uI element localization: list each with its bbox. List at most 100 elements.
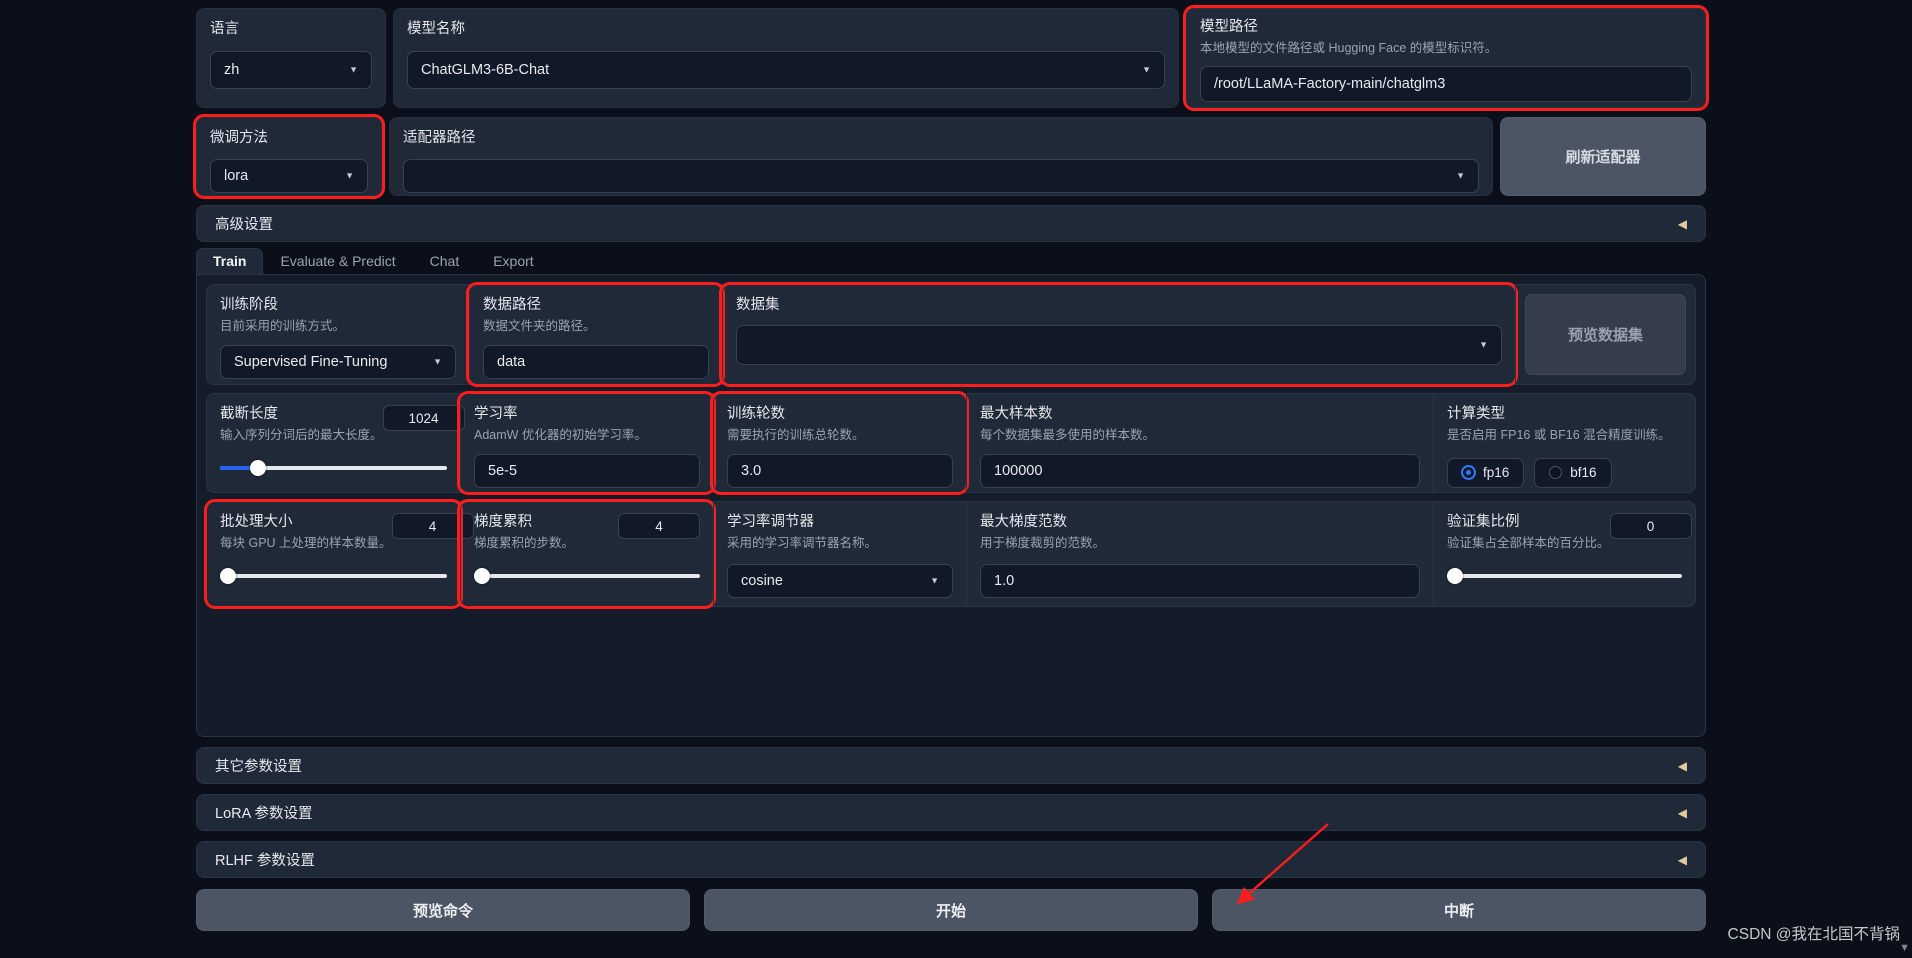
- start-button[interactable]: 开始: [704, 889, 1198, 931]
- chevron-down-icon: ▼: [345, 170, 354, 181]
- other-params-label: 其它参数设置: [215, 759, 302, 775]
- cutoff-length-slider[interactable]: [220, 459, 447, 476]
- rlhf-params-accordion[interactable]: RLHF 参数设置 ◀: [196, 841, 1706, 878]
- compute-type-label: 计算类型: [1447, 406, 1505, 422]
- compute-type-cell: 计算类型 是否启用 FP16 或 BF16 混合精度训练。 fp16 bf16: [1433, 394, 1695, 492]
- grad-accum-info: 梯度累积的步数。: [474, 535, 575, 550]
- training-stage-value: Supervised Fine-Tuning: [234, 353, 388, 370]
- slider-knob[interactable]: [220, 567, 236, 584]
- slider-fill: [220, 465, 255, 470]
- grad-accum-cell: 梯度累积 梯度累积的步数。 4: [457, 499, 716, 609]
- collapse-arrow-icon[interactable]: ◀: [1678, 217, 1687, 231]
- preview-dataset-button[interactable]: 预览数据集: [1525, 294, 1686, 375]
- training-stage-info: 目前采用的训练方式。: [220, 318, 346, 333]
- tab-export[interactable]: Export: [476, 248, 550, 275]
- tab-bar: Train Evaluate & Predict Chat Export: [196, 248, 1706, 275]
- slider-knob[interactable]: [1447, 567, 1463, 584]
- data-path-info: 数据文件夹的路径。: [483, 318, 596, 333]
- data-path-input[interactable]: data: [483, 344, 709, 379]
- chevron-down-icon: ▼: [349, 64, 358, 75]
- radio-selected-icon: [1462, 466, 1475, 480]
- compute-type-option-fp16-label: fp16: [1483, 465, 1510, 481]
- language-select[interactable]: zh ▼: [210, 50, 372, 89]
- model-name-panel: 模型名称 ChatGLM3-6B-Chat ▼: [393, 8, 1179, 108]
- tab-train[interactable]: Train: [196, 248, 264, 275]
- finetune-method-select[interactable]: lora ▼: [210, 158, 368, 193]
- model-name-select[interactable]: ChatGLM3-6B-Chat ▼: [407, 50, 1165, 89]
- dataset-cell: 数据集 ▼: [719, 282, 1518, 387]
- slider-track: [474, 573, 700, 578]
- slider-knob[interactable]: [474, 567, 490, 584]
- collapse-arrow-icon[interactable]: ◀: [1678, 853, 1687, 867]
- slider-track: [1447, 573, 1682, 578]
- learning-rate-value: 5e-5: [488, 462, 518, 479]
- collapse-arrow-icon[interactable]: ◀: [1678, 759, 1687, 773]
- preview-command-button[interactable]: 预览命令: [196, 889, 690, 931]
- chevron-down-icon: ▼: [1479, 339, 1488, 350]
- grad-accum-slider[interactable]: [474, 567, 700, 584]
- refresh-adapter-button[interactable]: 刷新适配器: [1500, 117, 1706, 196]
- chevron-down-icon: ▼: [930, 575, 939, 586]
- epochs-input[interactable]: 3.0: [727, 453, 953, 488]
- chevron-down-icon: ▼: [433, 356, 442, 367]
- slider-track: [220, 573, 447, 578]
- tab-chat[interactable]: Chat: [413, 248, 477, 275]
- radio-unselected-icon: [1549, 466, 1563, 480]
- epochs-label: 训练轮数: [727, 406, 785, 422]
- slider-knob[interactable]: [249, 459, 266, 476]
- grad-accum-value[interactable]: 4: [618, 513, 700, 539]
- finetune-method-value: lora: [224, 167, 249, 184]
- epochs-value: 3.0: [741, 462, 762, 479]
- collapse-arrow-icon[interactable]: ◀: [1678, 806, 1687, 820]
- training-params-row-2: 批处理大小 每块 GPU 上处理的样本数量。 4 梯度累积 梯度累积的步数。 4…: [204, 499, 1696, 609]
- dataset-label: 数据集: [736, 297, 780, 313]
- lr-scheduler-info: 采用的学习率调节器名称。: [727, 535, 878, 550]
- abort-button[interactable]: 中断: [1212, 889, 1706, 931]
- max-grad-norm-cell: 最大梯度范数 用于梯度裁剪的范数。 1.0: [966, 502, 1433, 606]
- advanced-settings-label: 高级设置: [215, 217, 273, 233]
- training-stage-select[interactable]: Supervised Fine-Tuning ▼: [220, 344, 456, 379]
- lr-scheduler-value: cosine: [741, 572, 783, 589]
- dataset-row: 训练阶段 目前采用的训练方式。 Supervised Fine-Tuning ▼…: [206, 282, 1696, 387]
- language-value: zh: [224, 61, 240, 78]
- finetune-row: 微调方法 lora ▼ 适配器路径 ▼ 刷新适配器: [193, 114, 1706, 199]
- adapter-path-panel: 适配器路径 ▼: [389, 117, 1493, 196]
- watermark: CSDN @我在北国不背锅: [1727, 926, 1900, 943]
- batch-size-info: 每块 GPU 上处理的样本数量。: [220, 535, 392, 550]
- lr-scheduler-label: 学习率调节器: [727, 514, 814, 530]
- scrollbar-corner-icon[interactable]: ▼: [1899, 942, 1910, 954]
- model-path-label: 模型路径: [1200, 19, 1258, 35]
- learning-rate-input[interactable]: 5e-5: [474, 453, 700, 488]
- data-path-label: 数据路径: [483, 297, 541, 313]
- val-size-info: 验证集占全部样本的百分比。: [1447, 535, 1610, 550]
- tab-evaluate-predict[interactable]: Evaluate & Predict: [263, 248, 412, 275]
- dataset-select[interactable]: ▼: [736, 324, 1502, 365]
- batch-size-slider[interactable]: [220, 567, 447, 584]
- val-size-slider[interactable]: [1447, 567, 1682, 584]
- val-size-value[interactable]: 0: [1609, 513, 1692, 539]
- model-path-input[interactable]: /root/LLaMA-Factory-main/chatglm3: [1200, 65, 1692, 102]
- model-path-info: 本地模型的文件路径或 Hugging Face 的模型标识符。: [1200, 40, 1498, 55]
- learning-rate-info: AdamW 优化器的初始学习率。: [474, 427, 647, 442]
- batch-size-label: 批处理大小: [220, 514, 293, 530]
- training-stage-label: 训练阶段: [220, 297, 278, 313]
- max-samples-input[interactable]: 100000: [980, 453, 1420, 488]
- lora-params-accordion[interactable]: LoRA 参数设置 ◀: [196, 794, 1706, 831]
- training-stage-cell: 训练阶段 目前采用的训练方式。 Supervised Fine-Tuning ▼: [207, 285, 469, 384]
- top-config-row: 语言 zh ▼ 模型名称 ChatGLM3-6B-Chat ▼ 模型路径 本地模…: [196, 5, 1709, 111]
- train-tab-pane: 训练阶段 目前采用的训练方式。 Supervised Fine-Tuning ▼…: [196, 274, 1706, 737]
- language-panel: 语言 zh ▼: [196, 8, 386, 108]
- compute-type-option-bf16[interactable]: bf16: [1534, 457, 1612, 488]
- adapter-path-select[interactable]: ▼: [403, 158, 1479, 193]
- app-root: 语言 zh ▼ 模型名称 ChatGLM3-6B-Chat ▼ 模型路径 本地模…: [193, 0, 1709, 958]
- max-grad-norm-input[interactable]: 1.0: [980, 563, 1420, 598]
- lr-scheduler-select[interactable]: cosine ▼: [727, 563, 953, 598]
- cutoff-length-value[interactable]: 1024: [382, 405, 465, 431]
- max-samples-value: 100000: [994, 462, 1043, 479]
- other-params-accordion[interactable]: 其它参数设置 ◀: [196, 747, 1706, 784]
- max-samples-info: 每个数据集最多使用的样本数。: [980, 427, 1156, 442]
- language-label: 语言: [210, 21, 239, 37]
- learning-rate-cell: 学习率 AdamW 优化器的初始学习率。 5e-5: [457, 391, 716, 495]
- compute-type-option-fp16[interactable]: fp16: [1447, 457, 1525, 488]
- advanced-settings-accordion[interactable]: 高级设置 ◀: [196, 205, 1706, 242]
